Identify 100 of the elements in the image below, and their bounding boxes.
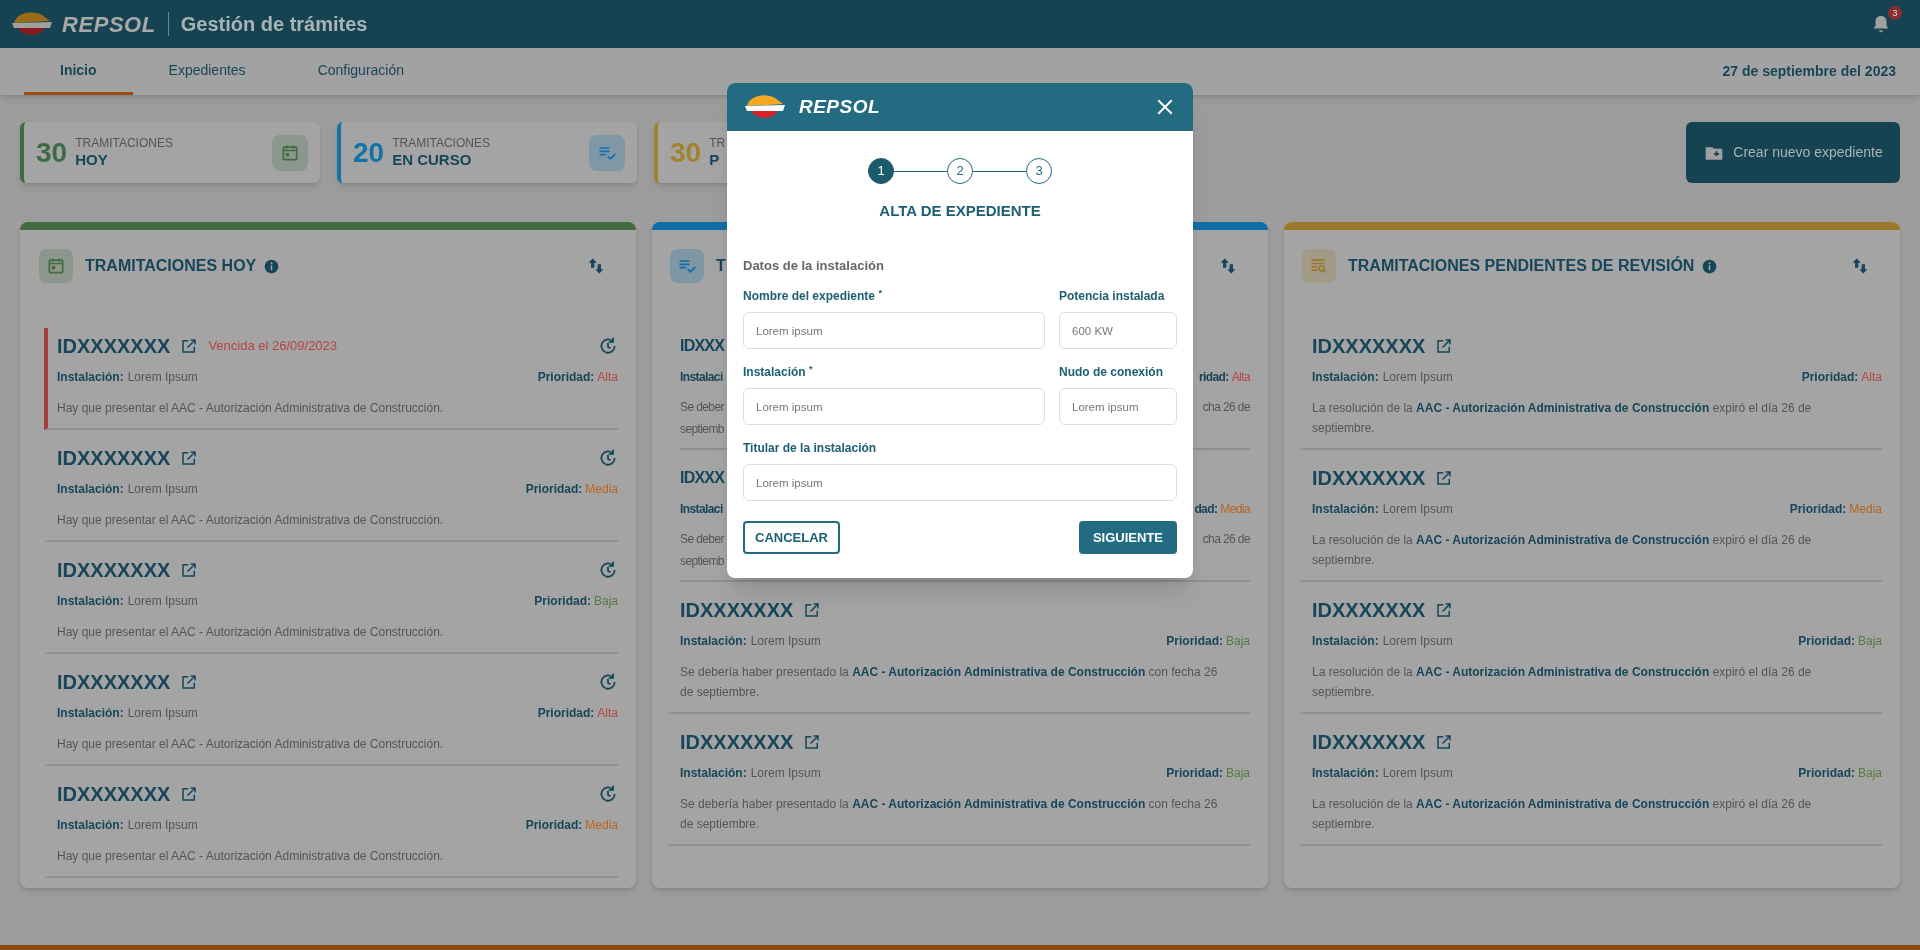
open-link-button[interactable]: [180, 337, 199, 355]
checklist-icon: [589, 134, 625, 171]
field-label: Prioridad:: [537, 706, 595, 720]
description-text: Hay que presentar el AAC - Autorización Administrativa de Construcción.: [57, 512, 445, 529]
current-date: 27 de septiembre del 2023: [1722, 62, 1896, 81]
description-text: Se debería haber presentado la AAC - Autorización Administrativa de Construcción con fecha 26 de septiembre.: [680, 664, 1219, 701]
nav-tab[interactable]: Inicio: [24, 48, 133, 95]
field-label: Instalación:: [1312, 634, 1379, 648]
record-id: IDXXXXXXX: [1312, 598, 1426, 623]
next-button[interactable]: SIGUIENTE: [1079, 521, 1177, 554]
text-input[interactable]: Lorem ipsum: [743, 312, 1045, 349]
open-link-button[interactable]: [803, 733, 822, 751]
priority-value: Baja: [1857, 766, 1882, 780]
description-text: Hay que presentar el AAC - Autorización Administrativa de Construcción.: [57, 736, 445, 753]
stat-label: EN CURSO: [392, 150, 473, 170]
open-link-button[interactable]: [1435, 733, 1454, 751]
open-link-button[interactable]: [180, 449, 199, 467]
priority-value: Baja: [1857, 634, 1882, 648]
history-button[interactable]: [598, 336, 618, 356]
field-label: Instalación:: [57, 594, 124, 608]
text-input[interactable]: Lorem ipsum: [1059, 388, 1177, 425]
close-icon: [1156, 98, 1174, 116]
field-label: Prioridad:: [1166, 766, 1223, 780]
field-value: Lorem Ipsum: [1382, 766, 1453, 780]
text-input[interactable]: Lorem ipsum: [743, 388, 1045, 425]
history-icon: [598, 784, 618, 804]
record-id: IDXXXXXXX: [57, 446, 171, 471]
field-label: Nombre del expediente $^{*}$: [743, 287, 883, 305]
priority-value: Alta: [1231, 370, 1250, 384]
open-link-button[interactable]: [180, 673, 199, 691]
description-text: Se deber: [680, 399, 724, 416]
field-label: Prioridad:: [1166, 634, 1223, 648]
field-label: Prioridad:: [534, 594, 591, 608]
description-text: Se debería haber presentado la AAC - Autorización Administrativa de Construcción con fecha 26 de septiembre.: [680, 796, 1219, 833]
open-link-button[interactable]: [803, 601, 822, 619]
field-label: Titular de la instalación: [743, 440, 878, 457]
field-label: Instalaci: [680, 501, 723, 518]
record-id: IDXXXXXXX: [1312, 730, 1426, 755]
stat-value: 30: [670, 135, 702, 170]
field-label: ridad:: [1199, 370, 1229, 384]
step-indicator: 1: [868, 158, 894, 184]
text-input[interactable]: Lorem ipsum: [743, 464, 1177, 501]
field-label: Prioridad:: [1801, 370, 1859, 384]
external-link-icon: [180, 337, 199, 355]
description-text: La resolución de la AAC - Autorización Administrativa de Construcción expiró el día 26 de septiembre.: [1312, 796, 1813, 833]
description-text: Hay que presentar el AAC - Autorización Administrativa de Construcción.: [57, 400, 445, 417]
open-link-button[interactable]: [180, 561, 199, 579]
field-label: Prioridad:: [537, 370, 595, 384]
history-button[interactable]: [598, 448, 618, 468]
history-icon: [598, 336, 618, 356]
priority-value: Media: [585, 818, 618, 832]
search-list-icon: [1302, 249, 1336, 283]
field-label: Prioridad:: [1798, 634, 1855, 648]
checklist-icon: [670, 249, 704, 283]
brand-logo: REPSOL: [62, 10, 156, 39]
nav-tab[interactable]: Configuración: [281, 48, 440, 95]
record-id: IDXXX: [680, 336, 725, 356]
sort-icon: [586, 256, 606, 276]
priority-value: Media: [1220, 502, 1250, 516]
field-label: Instalación:: [1312, 766, 1379, 780]
calendar-icon: [39, 249, 73, 283]
field-label: Prioridad:: [525, 482, 583, 496]
history-button[interactable]: [598, 784, 618, 804]
sort-icon: [1850, 256, 1870, 276]
open-link-button[interactable]: [1435, 337, 1454, 355]
field-value: Lorem Ipsum: [1382, 634, 1453, 648]
description-text: septiemb: [680, 421, 724, 438]
external-link-icon: [803, 601, 822, 619]
step-indicator: 3: [1026, 158, 1052, 184]
open-link-button[interactable]: [1435, 469, 1454, 487]
create-file-button[interactable]: Crear nuevo expediente: [1686, 122, 1900, 183]
record-id: IDXXXXXXX: [680, 598, 794, 623]
text-input[interactable]: 600 KW: [1059, 312, 1177, 349]
field-label: Instalación:: [680, 634, 747, 648]
external-link-icon: [1435, 733, 1454, 751]
stat-label: TRAMITACIONES: [392, 135, 490, 151]
field-label: Nudo de conexión: [1059, 364, 1164, 381]
open-link-button[interactable]: [180, 785, 199, 803]
external-link-icon: [180, 561, 199, 579]
field-label: Instalación $^{*}$: [743, 363, 814, 381]
nav-tab[interactable]: Expedientes: [132, 48, 282, 95]
step-indicator: 2: [947, 158, 973, 184]
field-label: Prioridad:: [525, 818, 583, 832]
record-id: IDXXXXXXX: [1312, 466, 1426, 491]
field-label: Instalación:: [1312, 370, 1379, 384]
column-title: TRAMITACIONES PENDIENTES DE REVISIÓN: [1348, 255, 1695, 276]
record-id: IDXXXXXXX: [57, 558, 171, 583]
history-button[interactable]: [598, 672, 618, 692]
history-button[interactable]: [598, 560, 618, 580]
field-value: Lorem Ipsum: [1382, 370, 1453, 384]
description-text: septiemb: [680, 553, 724, 570]
record-id: IDXXXXXXX: [57, 334, 171, 359]
cancel-button[interactable]: CANCELAR: [743, 521, 840, 554]
external-link-icon: [1435, 601, 1454, 619]
open-link-button[interactable]: [1435, 601, 1454, 619]
field-label: Prioridad:: [1789, 502, 1847, 516]
app-title: Gestión de trámites: [180, 12, 368, 37]
priority-value: Alta: [597, 706, 618, 720]
field-label: dad:: [1194, 502, 1218, 516]
record-id: IDXXXXXXX: [1312, 334, 1426, 359]
